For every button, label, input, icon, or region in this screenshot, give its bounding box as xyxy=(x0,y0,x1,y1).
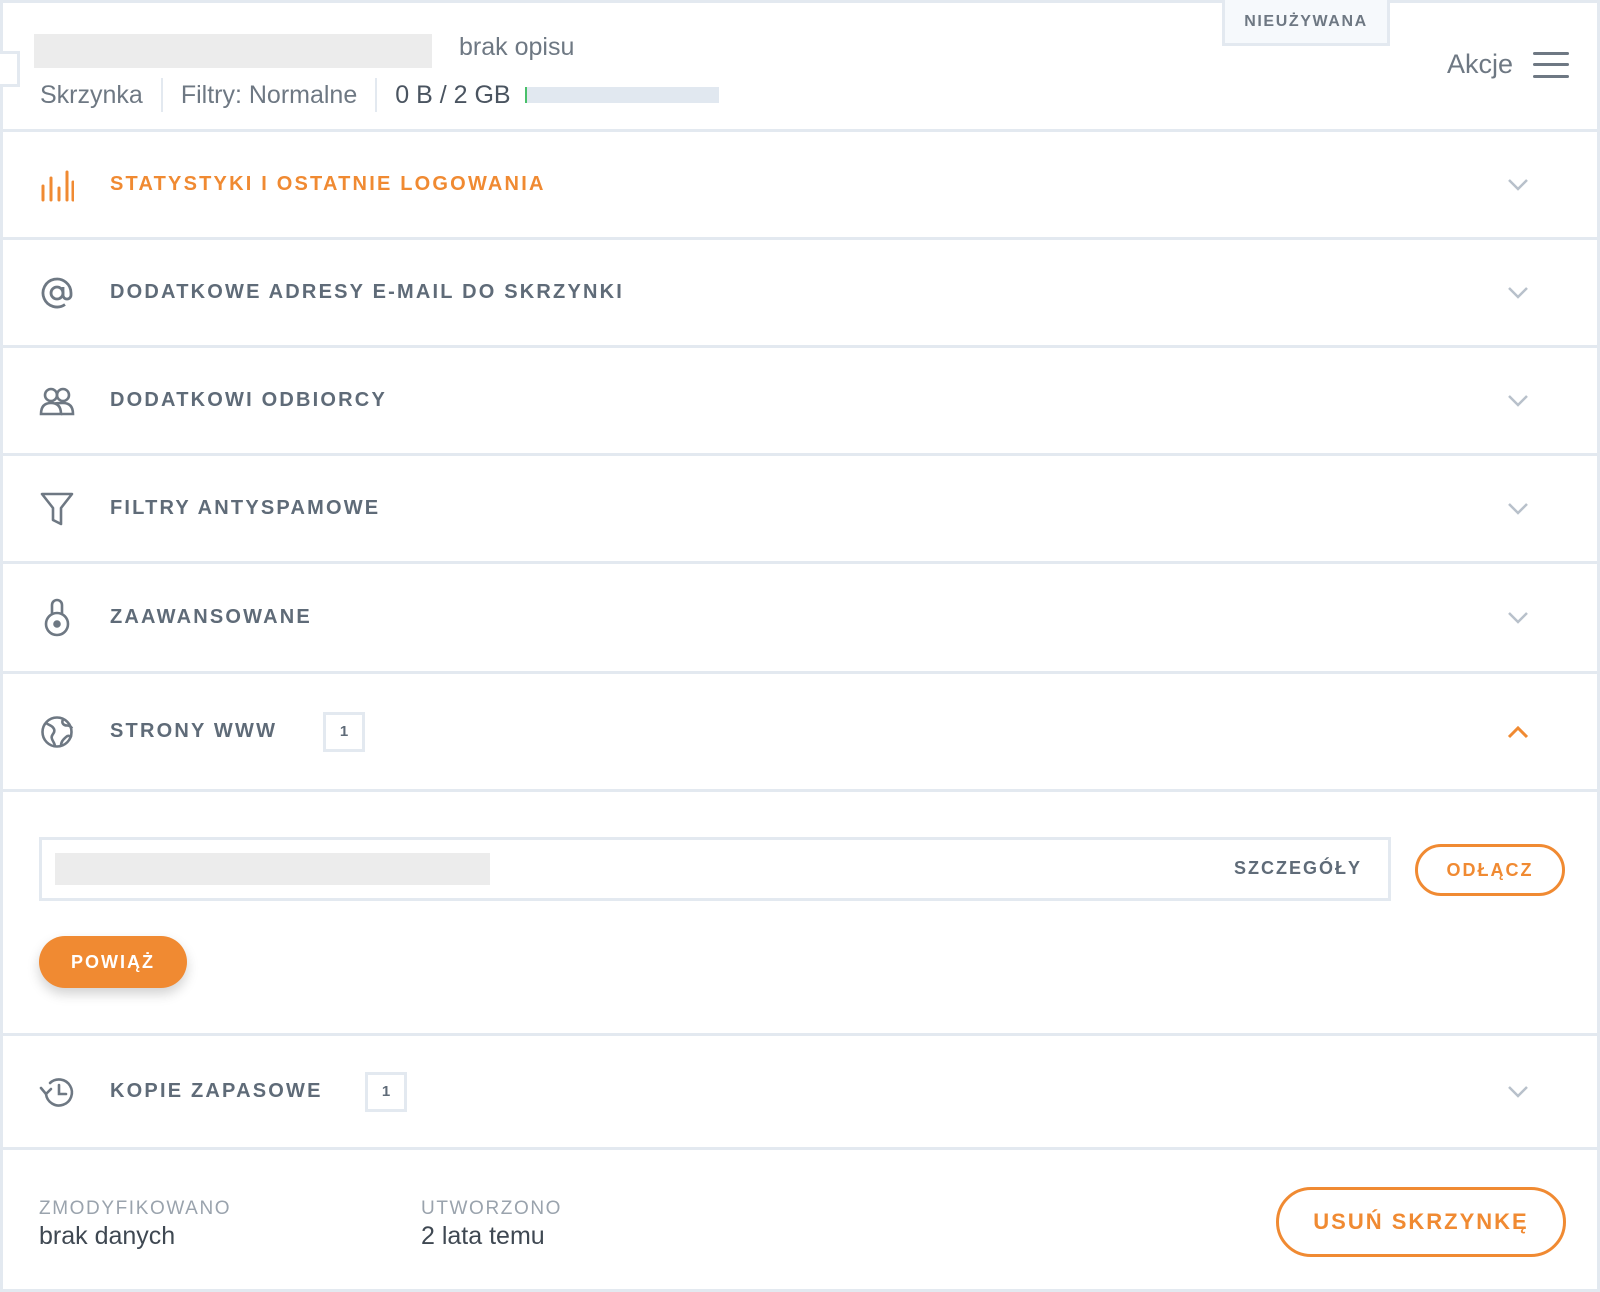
modified-label: ZMODYFIKOWANO xyxy=(39,1198,232,1219)
section-additional-recipients[interactable]: DODATKOWI ODBIORCY xyxy=(3,348,1597,456)
status-badge: NIEUŻYWANA xyxy=(1222,0,1390,46)
actions-menu-button[interactable]: Akcje xyxy=(1447,49,1570,80)
actions-label: Akcje xyxy=(1447,49,1514,79)
disconnect-website-button[interactable]: ODŁĄCZ xyxy=(1415,844,1565,896)
quota-progress-fill xyxy=(524,87,527,103)
bar-chart-icon xyxy=(39,167,75,203)
chevron-down-icon[interactable] xyxy=(1507,498,1529,520)
chevron-down-icon[interactable] xyxy=(1507,607,1529,629)
section-label: KOPIE ZAPASOWE xyxy=(110,1080,323,1102)
section-backups[interactable]: KOPIE ZAPASOWE 1 xyxy=(3,1036,1597,1150)
website-row: SZCZEGÓŁY xyxy=(39,837,1391,901)
users-icon xyxy=(39,383,75,419)
mailbox-meta: Skrzynka Filtry: Normalne 0 B / 2 GB xyxy=(40,77,719,113)
select-handle[interactable] xyxy=(0,51,20,87)
mailbox-type: Skrzynka xyxy=(40,80,143,109)
mailbox-quota: 0 B / 2 GB xyxy=(395,80,511,109)
mailbox-name-redacted xyxy=(34,34,432,68)
section-label: FILTRY ANTYSPAMOWE xyxy=(110,497,381,519)
website-name-redacted xyxy=(55,853,490,885)
chevron-down-icon[interactable] xyxy=(1507,1081,1529,1103)
section-label: DODATKOWI ODBIORCY xyxy=(110,389,387,411)
section-label: STRONY WWW xyxy=(110,720,278,742)
created-label: UTWORZONO xyxy=(421,1198,563,1219)
websites-content: SZCZEGÓŁY ODŁĄCZ POWIĄŻ xyxy=(3,792,1597,1036)
mailbox-header: brak opisu Skrzynka Filtry: Normalne 0 B… xyxy=(0,0,1597,132)
section-advanced[interactable]: ZAAWANSOWANE xyxy=(3,564,1597,674)
quota-progress-bar xyxy=(524,87,719,103)
hamburger-icon xyxy=(1533,51,1570,78)
section-label: ZAAWANSOWANE xyxy=(110,606,312,628)
section-statistics[interactable]: STATYSTYKI I OSTATNIE LOGOWANIA xyxy=(3,132,1597,240)
modified-value: brak danych xyxy=(39,1222,176,1250)
at-sign-icon xyxy=(39,275,75,311)
divider xyxy=(375,78,378,112)
websites-count-badge: 1 xyxy=(323,711,365,752)
section-email-aliases[interactable]: DODATKOWE ADRESY E-MAIL DO SKRZYNKI xyxy=(3,240,1597,348)
chevron-down-icon[interactable] xyxy=(1507,282,1529,304)
section-antispam-filters[interactable]: FILTRY ANTYSPAMOWE xyxy=(3,456,1597,564)
section-label: DODATKOWE ADRESY E-MAIL DO SKRZYNKI xyxy=(110,281,625,303)
divider xyxy=(160,78,163,112)
website-details-link[interactable]: SZCZEGÓŁY xyxy=(1234,858,1362,879)
mailbox-description[interactable]: brak opisu xyxy=(459,33,574,62)
mailbox-filters: Filtry: Normalne xyxy=(180,80,358,109)
chevron-up-icon[interactable] xyxy=(1507,721,1529,743)
created-value: 2 lata temu xyxy=(421,1222,545,1250)
section-label: STATYSTYKI I OSTATNIE LOGOWANIA xyxy=(110,173,546,195)
advanced-icon xyxy=(39,598,75,636)
globe-icon xyxy=(39,714,75,750)
funnel-icon xyxy=(39,491,75,527)
chevron-down-icon[interactable] xyxy=(1507,390,1529,412)
mailbox-panel: brak opisu Skrzynka Filtry: Normalne 0 B… xyxy=(0,0,1600,1292)
history-icon xyxy=(39,1074,75,1110)
delete-mailbox-button[interactable]: USUŃ SKRZYNKĘ xyxy=(1276,1187,1566,1257)
link-website-button[interactable]: POWIĄŻ xyxy=(39,936,187,988)
chevron-down-icon[interactable] xyxy=(1507,174,1529,196)
mailbox-footer: ZMODYFIKOWANO brak danych UTWORZONO 2 la… xyxy=(3,1150,1597,1292)
backups-count-badge: 1 xyxy=(365,1071,407,1112)
section-websites[interactable]: STRONY WWW 1 xyxy=(3,674,1597,792)
